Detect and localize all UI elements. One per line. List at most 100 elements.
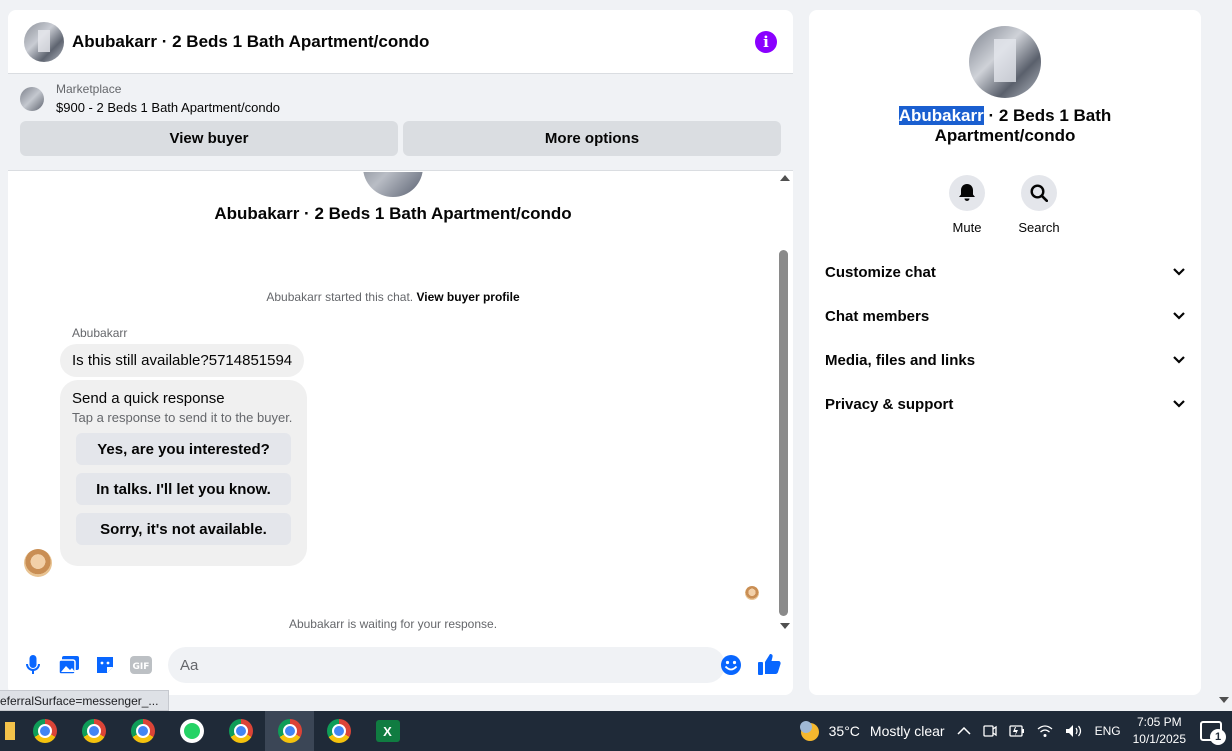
whatsapp-icon (179, 719, 204, 743)
chat-started-notice: Abubakarr started this chat. View buyer … (8, 290, 778, 304)
sticker-icon[interactable] (94, 654, 116, 676)
whatsapp-app[interactable] (167, 711, 216, 751)
chrome-app-4[interactable] (216, 711, 265, 751)
weather-moon-icon (799, 721, 819, 741)
meet-now-icon[interactable] (982, 724, 997, 738)
chevron-up-icon (957, 727, 971, 735)
listing-thumbnail (20, 86, 44, 111)
excel-app[interactable]: X (363, 711, 412, 751)
chevron-down-icon (1173, 356, 1185, 364)
mute-label: Mute (952, 220, 982, 235)
selected-name[interactable]: Abubakarr (898, 106, 984, 125)
mute-button[interactable] (949, 175, 985, 211)
chrome-app-1[interactable] (20, 711, 69, 751)
chrome-app-2[interactable] (69, 711, 118, 751)
bell-icon (959, 184, 975, 201)
privacy-support-label: Privacy & support (825, 395, 954, 413)
excel-icon: X (375, 720, 400, 742)
message-input[interactable] (168, 647, 725, 683)
volume-icon[interactable] (1065, 724, 1083, 738)
wifi-icon[interactable] (1037, 724, 1053, 738)
chat-started-text: Abubakarr started this chat. (266, 290, 414, 304)
customize-chat-section[interactable]: Customize chat (825, 260, 1185, 284)
quick-response-title: Send a quick response (72, 390, 225, 407)
chrome-app-5-active[interactable] (265, 711, 314, 751)
waiting-notice: Abubakarr is waiting for your response. (288, 617, 498, 631)
media-files-links-label: Media, files and links (825, 351, 976, 369)
chat-header: Abubakarr · 2 Beds 1 Bath Apartment/cond… (8, 10, 793, 74)
quick-response-in-talks[interactable]: In talks. I'll let you know. (76, 473, 291, 505)
system-clock[interactable]: 7:05 PM 10/1/2025 (1133, 714, 1186, 748)
photo-icon[interactable] (58, 654, 80, 676)
microphone-icon[interactable] (22, 654, 44, 676)
scroll-thumb[interactable] (779, 250, 788, 616)
clock-time: 7:05 PM (1136, 715, 1182, 729)
message-bubble[interactable]: Is this still available?5714851594 (60, 344, 305, 377)
chrome-app-3[interactable] (118, 711, 167, 751)
search-label: Search (1018, 220, 1060, 235)
conversation-title: Abubakarr · 2 Beds 1 Bath Apartment/cond… (214, 204, 572, 223)
more-options-button[interactable]: More options (403, 121, 781, 156)
weather-widget[interactable]: 35°C Mostly clear (797, 720, 945, 742)
media-files-links-section[interactable]: Media, files and links (825, 348, 1185, 372)
input-language[interactable]: ENG (1095, 724, 1121, 738)
customize-chat-label: Customize chat (825, 263, 936, 281)
details-title: Abubakarr · 2 Beds 1 Bath Apartment/cond… (849, 106, 1161, 146)
marketplace-row[interactable]: Marketplace $900 - 2 Beds 1 Bath Apartme… (20, 82, 781, 115)
scroll-down-arrow-icon[interactable] (780, 623, 790, 629)
folder-icon (5, 722, 15, 740)
chat-members-section[interactable]: Chat members (825, 304, 1185, 328)
chevron-down-icon (1173, 268, 1185, 276)
chat-details-panel: Abubakarr · 2 Beds 1 Bath Apartment/cond… (809, 10, 1201, 695)
info-icon[interactable]: i (755, 30, 777, 53)
seen-receipt-avatar (745, 586, 759, 600)
chrome-app-6[interactable] (314, 711, 363, 751)
notification-center-icon[interactable]: 1 (1200, 721, 1226, 745)
clock-date: 10/1/2025 (1132, 732, 1186, 746)
chrome-icon (277, 719, 302, 743)
show-hidden-icons[interactable] (957, 727, 971, 735)
thumbs-up-icon[interactable] (758, 653, 782, 680)
emoji-icon[interactable] (720, 654, 742, 681)
search-icon (1030, 184, 1048, 202)
scroll-up-arrow-icon[interactable] (780, 175, 790, 181)
file-explorer-app[interactable] (0, 711, 20, 751)
listing-price-title: $900 - 2 Beds 1 Bath Apartment/condo (56, 100, 281, 115)
chrome-icon (326, 719, 351, 743)
listing-avatar[interactable] (24, 21, 64, 62)
link-status-url: eferralSurface=messenger_... (0, 690, 170, 711)
message-scrollbar[interactable] (778, 175, 793, 630)
windows-taskbar: X 35°C Mostly clear ENG 7:05 PM 10/1/202… (0, 711, 1232, 751)
buyer-avatar[interactable] (24, 549, 52, 577)
view-buyer-profile-link[interactable]: View buyer profile (416, 290, 519, 304)
chrome-icon (130, 719, 155, 743)
weather-condition: Mostly clear (869, 723, 945, 739)
message-list[interactable]: Abubakarr · 2 Beds 1 Bath Apartment/cond… (8, 172, 778, 632)
mute-action[interactable]: Mute (937, 175, 997, 235)
conversation-avatar (363, 172, 423, 197)
details-avatar[interactable] (969, 26, 1041, 98)
chat-title[interactable]: Abubakarr · 2 Beds 1 Bath Apartment/cond… (72, 32, 755, 52)
notification-count: 1 (1210, 729, 1226, 745)
battery-icon[interactable] (1008, 725, 1025, 737)
chrome-icon (32, 719, 57, 743)
weather-temperature: 35°C (828, 723, 860, 739)
chrome-icon (228, 719, 253, 743)
quick-response-card: Send a quick response Tap a response to … (60, 380, 307, 566)
page-scroll-down-arrow-icon[interactable] (1219, 697, 1229, 703)
search-action[interactable]: Search (1009, 175, 1069, 235)
chrome-icon (81, 719, 106, 743)
chat-members-label: Chat members (825, 307, 930, 325)
system-tray: 35°C Mostly clear ENG 7:05 PM 10/1/2025 … (797, 711, 1232, 751)
quick-response-not-available[interactable]: Sorry, it's not available. (76, 513, 291, 545)
composer: GIF (8, 645, 793, 685)
privacy-support-section[interactable]: Privacy & support (825, 392, 1185, 416)
marketplace-label: Marketplace (56, 82, 122, 96)
marketplace-banner: Marketplace $900 - 2 Beds 1 Bath Apartme… (8, 74, 793, 171)
search-button[interactable] (1021, 175, 1057, 211)
chevron-down-icon (1173, 400, 1185, 408)
quick-response-interested[interactable]: Yes, are you interested? (76, 433, 291, 465)
view-buyer-button[interactable]: View buyer (20, 121, 398, 156)
svg-text:GIF: GIF (133, 662, 150, 672)
gif-icon[interactable]: GIF (130, 654, 152, 676)
